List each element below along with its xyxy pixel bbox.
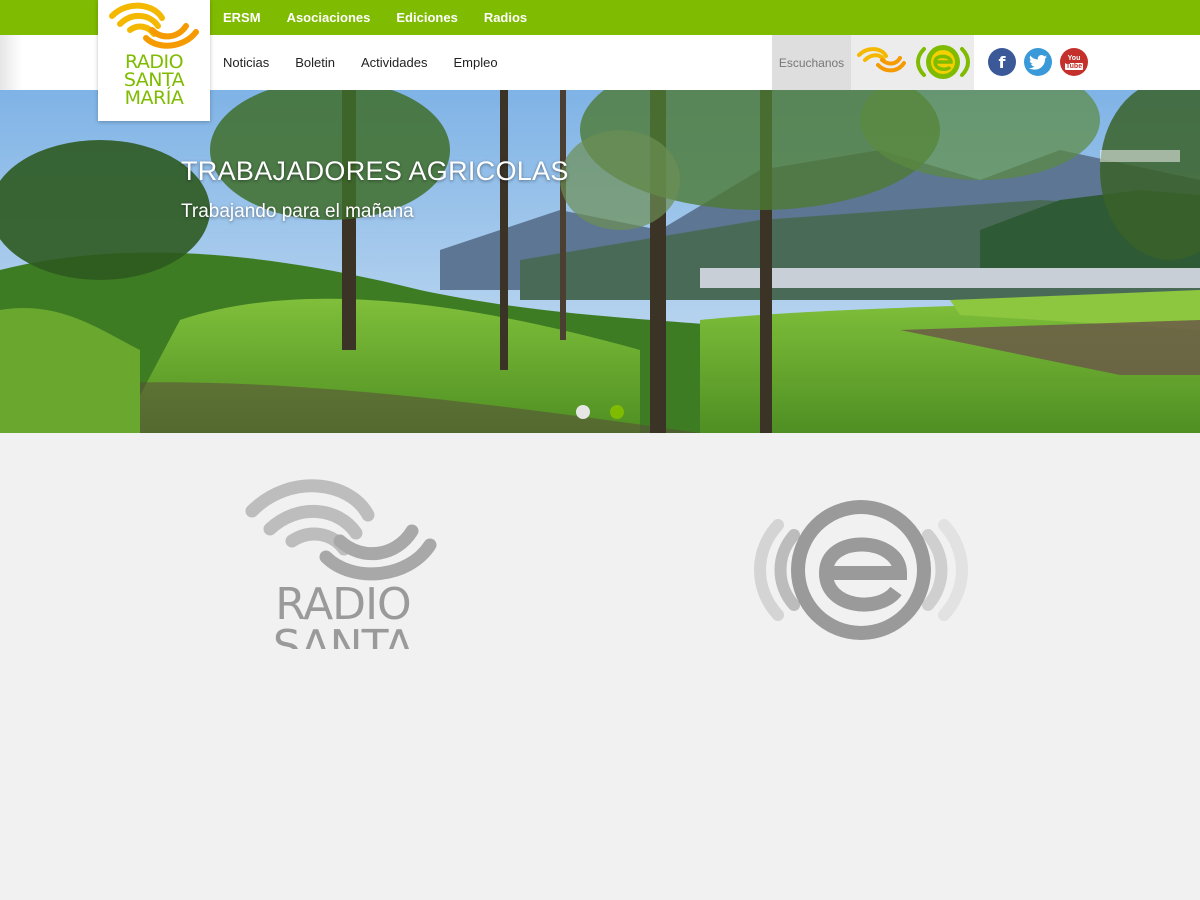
facebook-icon[interactable]: f <box>988 48 1016 76</box>
youtube-icon[interactable]: You Tube <box>1060 48 1088 76</box>
featured-stations: RADIO SANTA <box>0 433 1200 649</box>
nav-empleo[interactable]: Empleo <box>453 55 497 70</box>
twitter-bird-icon <box>1029 54 1047 70</box>
hero-landscape-image <box>0 90 1200 433</box>
featured-rsm-line-santa: SANTA <box>272 621 414 650</box>
logo-line-maria: MARÍA <box>124 87 184 109</box>
radio-santa-maria-large-icon[interactable] <box>240 479 440 589</box>
slider-dot-1[interactable] <box>576 405 590 419</box>
hero-subtitle: Trabajando para el mañana <box>181 201 414 222</box>
facebook-glyph: f <box>998 52 1006 72</box>
radio-waves-icon <box>109 2 199 49</box>
nav-noticias[interactable]: Noticias <box>223 55 269 70</box>
listen-label: Escuchanos <box>772 35 851 90</box>
hero-title: TRABAJADORES AGRICOLAS <box>181 156 569 186</box>
e-station-icon[interactable] <box>916 41 970 83</box>
e-station-large-icon[interactable] <box>750 495 972 645</box>
site-logo[interactable]: RADIO SANTA MARÍA <box>98 0 210 121</box>
nav-radios[interactable]: Radios <box>484 10 527 25</box>
listen-panel: Escuchanos <box>772 35 974 90</box>
bar-edge-shadow <box>0 35 22 90</box>
nav-actividades[interactable]: Actividades <box>361 55 427 70</box>
featured-rsm-line-radio: RADIO <box>275 579 411 630</box>
top-nav: ERSM Asociaciones Ediciones Radios <box>223 0 553 35</box>
hero-slider: TRABAJADORES AGRICOLAS Trabajando para e… <box>0 90 1200 433</box>
twitter-icon[interactable] <box>1024 48 1052 76</box>
youtube-label-top: You <box>1067 54 1081 62</box>
radio-santa-maria-icon[interactable] <box>856 45 908 77</box>
secondary-nav: Noticias Boletin Actividades Empleo <box>223 35 524 90</box>
nav-asociaciones[interactable]: Asociaciones <box>287 10 371 25</box>
nav-ediciones[interactable]: Ediciones <box>396 10 457 25</box>
nav-boletin[interactable]: Boletin <box>295 55 335 70</box>
youtube-label-bottom: Tube <box>1064 62 1084 70</box>
nav-ersm[interactable]: ERSM <box>223 10 261 25</box>
slider-dot-2[interactable] <box>610 405 624 419</box>
